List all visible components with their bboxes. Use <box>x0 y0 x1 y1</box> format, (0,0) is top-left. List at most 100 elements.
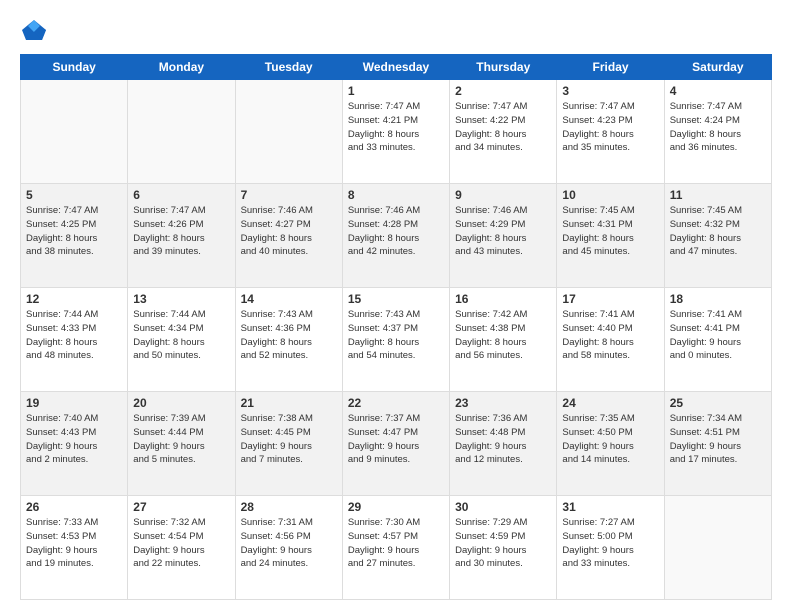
calendar-cell: 7 Sunrise: 7:46 AM Sunset: 4:27 PM Daylig… <box>235 184 342 288</box>
calendar-cell: 1 Sunrise: 7:47 AM Sunset: 4:21 PM Daylig… <box>342 80 449 184</box>
weekday-header-wednesday: Wednesday <box>342 55 449 80</box>
calendar-cell: 25 Sunrise: 7:34 AM Sunset: 4:51 PM Dayli… <box>664 392 771 496</box>
calendar-cell <box>664 496 771 600</box>
day-info: Sunrise: 7:34 AM Sunset: 4:51 PM Dayligh… <box>670 412 766 467</box>
day-info: Sunrise: 7:47 AM Sunset: 4:22 PM Dayligh… <box>455 100 551 155</box>
calendar-cell: 20 Sunrise: 7:39 AM Sunset: 4:44 PM Dayli… <box>128 392 235 496</box>
calendar-week-row: 19 Sunrise: 7:40 AM Sunset: 4:43 PM Dayli… <box>21 392 772 496</box>
calendar-week-row: 12 Sunrise: 7:44 AM Sunset: 4:33 PM Dayli… <box>21 288 772 392</box>
day-number: 1 <box>348 84 444 98</box>
calendar-cell: 12 Sunrise: 7:44 AM Sunset: 4:33 PM Dayli… <box>21 288 128 392</box>
calendar-cell: 13 Sunrise: 7:44 AM Sunset: 4:34 PM Dayli… <box>128 288 235 392</box>
day-number: 24 <box>562 396 658 410</box>
weekday-header-row: SundayMondayTuesdayWednesdayThursdayFrid… <box>21 55 772 80</box>
day-info: Sunrise: 7:32 AM Sunset: 4:54 PM Dayligh… <box>133 516 229 571</box>
calendar-cell: 29 Sunrise: 7:30 AM Sunset: 4:57 PM Dayli… <box>342 496 449 600</box>
day-info: Sunrise: 7:43 AM Sunset: 4:37 PM Dayligh… <box>348 308 444 363</box>
weekday-header-monday: Monday <box>128 55 235 80</box>
day-info: Sunrise: 7:36 AM Sunset: 4:48 PM Dayligh… <box>455 412 551 467</box>
day-info: Sunrise: 7:39 AM Sunset: 4:44 PM Dayligh… <box>133 412 229 467</box>
day-info: Sunrise: 7:47 AM Sunset: 4:25 PM Dayligh… <box>26 204 122 259</box>
day-number: 6 <box>133 188 229 202</box>
calendar-cell: 11 Sunrise: 7:45 AM Sunset: 4:32 PM Dayli… <box>664 184 771 288</box>
calendar-cell <box>235 80 342 184</box>
day-info: Sunrise: 7:29 AM Sunset: 4:59 PM Dayligh… <box>455 516 551 571</box>
day-info: Sunrise: 7:46 AM Sunset: 4:29 PM Dayligh… <box>455 204 551 259</box>
day-number: 9 <box>455 188 551 202</box>
page: SundayMondayTuesdayWednesdayThursdayFrid… <box>0 0 792 612</box>
day-info: Sunrise: 7:41 AM Sunset: 4:40 PM Dayligh… <box>562 308 658 363</box>
calendar-week-row: 5Sunrise: 7:47 AM Sunset: 4:25 PM Daylig… <box>21 184 772 288</box>
day-info: Sunrise: 7:47 AM Sunset: 4:26 PM Dayligh… <box>133 204 229 259</box>
day-number: 28 <box>241 500 337 514</box>
day-number: 7 <box>241 188 337 202</box>
day-number: 25 <box>670 396 766 410</box>
logo-icon <box>20 16 48 44</box>
day-number: 23 <box>455 396 551 410</box>
day-info: Sunrise: 7:47 AM Sunset: 4:21 PM Dayligh… <box>348 100 444 155</box>
calendar-cell: 24 Sunrise: 7:35 AM Sunset: 4:50 PM Dayli… <box>557 392 664 496</box>
day-number: 4 <box>670 84 766 98</box>
calendar-week-row: 26Sunrise: 7:33 AM Sunset: 4:53 PM Dayli… <box>21 496 772 600</box>
day-number: 19 <box>26 396 122 410</box>
day-number: 21 <box>241 396 337 410</box>
calendar-cell: 19 Sunrise: 7:40 AM Sunset: 4:43 PM Dayli… <box>21 392 128 496</box>
calendar-cell: 16Sunrise: 7:42 AM Sunset: 4:38 PM Dayli… <box>450 288 557 392</box>
day-info: Sunrise: 7:44 AM Sunset: 4:33 PM Dayligh… <box>26 308 122 363</box>
calendar-cell <box>128 80 235 184</box>
day-info: Sunrise: 7:37 AM Sunset: 4:47 PM Dayligh… <box>348 412 444 467</box>
day-number: 13 <box>133 292 229 306</box>
weekday-header-thursday: Thursday <box>450 55 557 80</box>
day-info: Sunrise: 7:46 AM Sunset: 4:28 PM Dayligh… <box>348 204 444 259</box>
day-number: 20 <box>133 396 229 410</box>
weekday-header-tuesday: Tuesday <box>235 55 342 80</box>
day-number: 12 <box>26 292 122 306</box>
day-info: Sunrise: 7:33 AM Sunset: 4:53 PM Dayligh… <box>26 516 122 571</box>
day-number: 14 <box>241 292 337 306</box>
day-number: 3 <box>562 84 658 98</box>
calendar-cell: 10Sunrise: 7:45 AM Sunset: 4:31 PM Dayli… <box>557 184 664 288</box>
calendar-cell: 6 Sunrise: 7:47 AM Sunset: 4:26 PM Daylig… <box>128 184 235 288</box>
day-number: 8 <box>348 188 444 202</box>
weekday-header-saturday: Saturday <box>664 55 771 80</box>
calendar-cell: 9 Sunrise: 7:46 AM Sunset: 4:29 PM Daylig… <box>450 184 557 288</box>
day-number: 31 <box>562 500 658 514</box>
calendar-cell: 15Sunrise: 7:43 AM Sunset: 4:37 PM Dayli… <box>342 288 449 392</box>
day-info: Sunrise: 7:40 AM Sunset: 4:43 PM Dayligh… <box>26 412 122 467</box>
day-info: Sunrise: 7:27 AM Sunset: 5:00 PM Dayligh… <box>562 516 658 571</box>
calendar-table: SundayMondayTuesdayWednesdayThursdayFrid… <box>20 54 772 600</box>
day-info: Sunrise: 7:47 AM Sunset: 4:24 PM Dayligh… <box>670 100 766 155</box>
calendar-cell: 22Sunrise: 7:37 AM Sunset: 4:47 PM Dayli… <box>342 392 449 496</box>
day-info: Sunrise: 7:44 AM Sunset: 4:34 PM Dayligh… <box>133 308 229 363</box>
calendar-cell: 21 Sunrise: 7:38 AM Sunset: 4:45 PM Dayli… <box>235 392 342 496</box>
weekday-header-sunday: Sunday <box>21 55 128 80</box>
day-info: Sunrise: 7:46 AM Sunset: 4:27 PM Dayligh… <box>241 204 337 259</box>
day-number: 16 <box>455 292 551 306</box>
calendar-cell: 27Sunrise: 7:32 AM Sunset: 4:54 PM Dayli… <box>128 496 235 600</box>
header <box>20 16 772 44</box>
calendar-cell: 31 Sunrise: 7:27 AM Sunset: 5:00 PM Dayli… <box>557 496 664 600</box>
calendar-cell: 3Sunrise: 7:47 AM Sunset: 4:23 PM Daylig… <box>557 80 664 184</box>
day-info: Sunrise: 7:41 AM Sunset: 4:41 PM Dayligh… <box>670 308 766 363</box>
day-number: 29 <box>348 500 444 514</box>
day-info: Sunrise: 7:38 AM Sunset: 4:45 PM Dayligh… <box>241 412 337 467</box>
calendar-cell: 4 Sunrise: 7:47 AM Sunset: 4:24 PM Daylig… <box>664 80 771 184</box>
day-info: Sunrise: 7:43 AM Sunset: 4:36 PM Dayligh… <box>241 308 337 363</box>
day-info: Sunrise: 7:35 AM Sunset: 4:50 PM Dayligh… <box>562 412 658 467</box>
day-number: 17 <box>562 292 658 306</box>
weekday-header-friday: Friday <box>557 55 664 80</box>
calendar-cell: 30 Sunrise: 7:29 AM Sunset: 4:59 PM Dayli… <box>450 496 557 600</box>
logo <box>20 16 52 44</box>
day-info: Sunrise: 7:45 AM Sunset: 4:32 PM Dayligh… <box>670 204 766 259</box>
calendar-cell: 23 Sunrise: 7:36 AM Sunset: 4:48 PM Dayli… <box>450 392 557 496</box>
day-number: 11 <box>670 188 766 202</box>
calendar-cell: 17 Sunrise: 7:41 AM Sunset: 4:40 PM Dayli… <box>557 288 664 392</box>
day-number: 30 <box>455 500 551 514</box>
calendar-cell: 8 Sunrise: 7:46 AM Sunset: 4:28 PM Daylig… <box>342 184 449 288</box>
calendar-cell: 14 Sunrise: 7:43 AM Sunset: 4:36 PM Dayli… <box>235 288 342 392</box>
calendar-cell: 28 Sunrise: 7:31 AM Sunset: 4:56 PM Dayli… <box>235 496 342 600</box>
day-info: Sunrise: 7:31 AM Sunset: 4:56 PM Dayligh… <box>241 516 337 571</box>
day-info: Sunrise: 7:30 AM Sunset: 4:57 PM Dayligh… <box>348 516 444 571</box>
calendar-cell: 5Sunrise: 7:47 AM Sunset: 4:25 PM Daylig… <box>21 184 128 288</box>
calendar-week-row: 1 Sunrise: 7:47 AM Sunset: 4:21 PM Daylig… <box>21 80 772 184</box>
